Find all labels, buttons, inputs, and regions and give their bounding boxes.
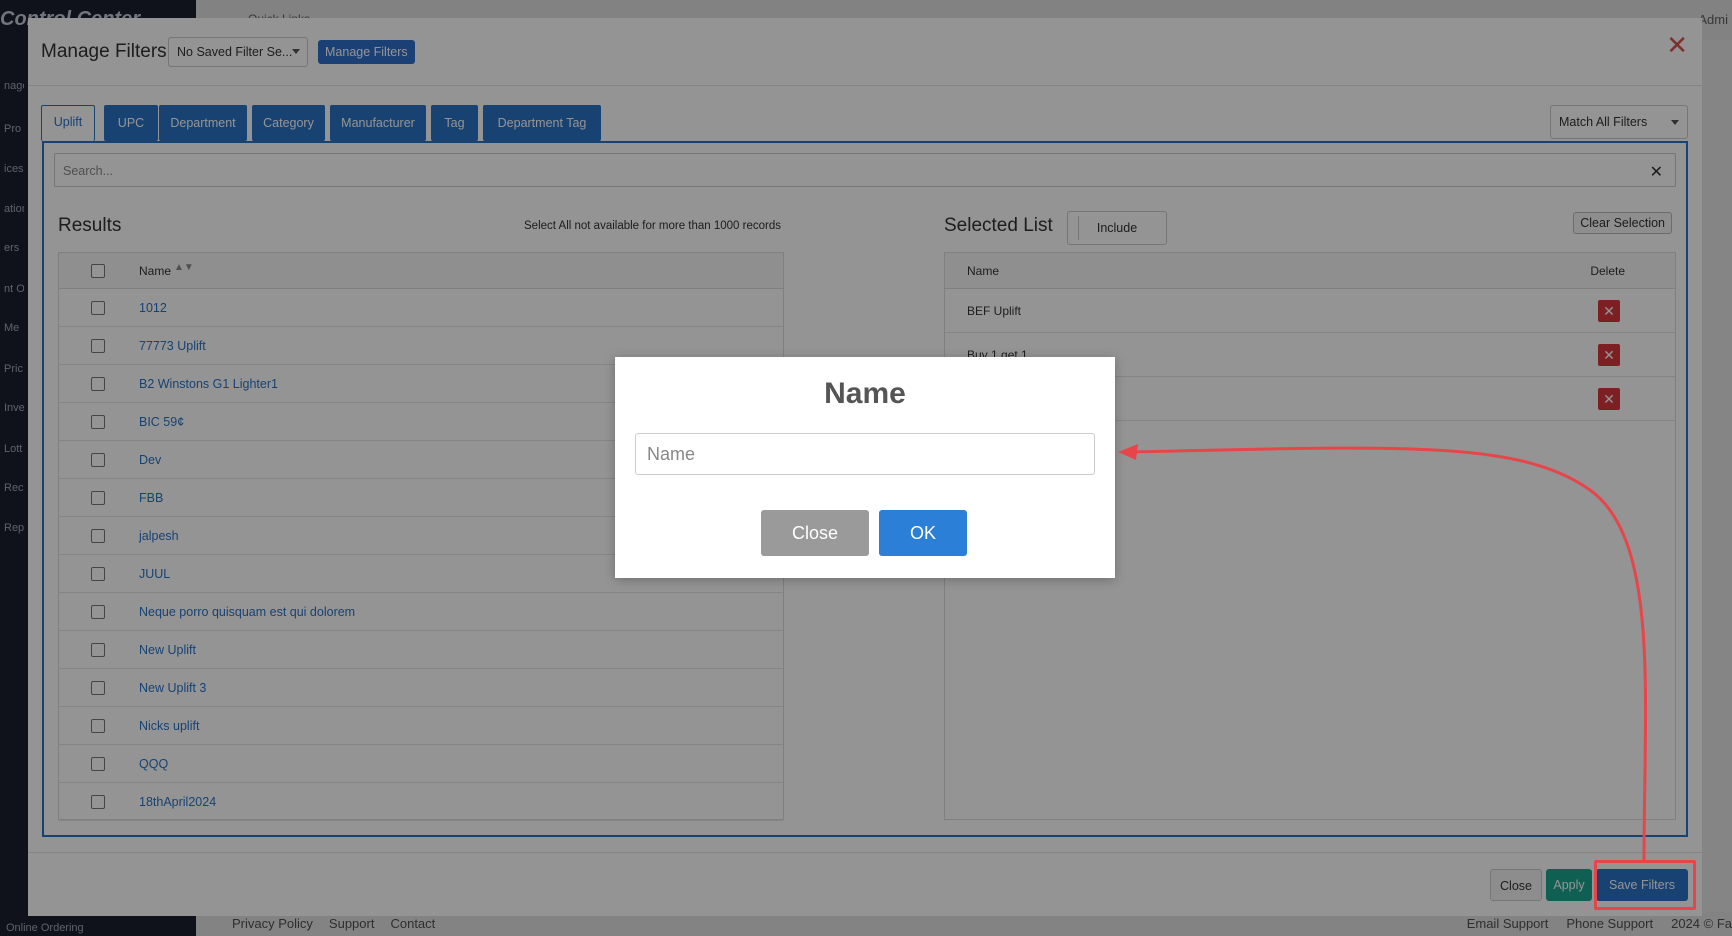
row-name-link[interactable]: FBB	[139, 491, 163, 505]
row-checkbox[interactable]	[91, 567, 105, 581]
dialog-ok-button[interactable]: OK	[879, 510, 967, 556]
tab-tag[interactable]: Tag	[431, 105, 478, 141]
delete-icon[interactable]: ✕	[1598, 344, 1620, 366]
row-checkbox[interactable]	[91, 491, 105, 505]
row-name-link[interactable]: 18thApril2024	[139, 795, 216, 809]
column-header-name: Name	[967, 264, 1000, 278]
chevron-down-icon	[1671, 120, 1679, 125]
row-checkbox[interactable]	[91, 301, 105, 315]
dialog-title: Name	[824, 377, 906, 410]
tab-department-tag[interactable]: Department Tag	[483, 105, 601, 141]
row-checkbox[interactable]	[91, 529, 105, 543]
name-input[interactable]	[635, 433, 1095, 475]
tab-department[interactable]: Department	[159, 105, 247, 141]
clear-search-icon[interactable]: ✕	[1650, 162, 1663, 182]
table-row[interactable]: Nicks uplift	[59, 707, 783, 745]
modal-title: Manage Filters	[41, 41, 167, 62]
selected-row-name: BEF Uplift	[967, 304, 1022, 318]
row-checkbox[interactable]	[91, 605, 105, 619]
row-checkbox[interactable]	[91, 339, 105, 353]
table-row[interactable]: QQQ	[59, 745, 783, 783]
manage-filters-button[interactable]: Manage Filters	[318, 40, 415, 64]
sort-icon[interactable]: ▲▼	[174, 262, 194, 273]
row-checkbox[interactable]	[91, 643, 105, 657]
table-row[interactable]: New Uplift 3	[59, 669, 783, 707]
row-name-link[interactable]: New Uplift 3	[139, 681, 206, 695]
saved-filter-select[interactable]: No Saved Filter Se...	[168, 37, 308, 67]
column-header-name[interactable]: Name	[139, 264, 171, 278]
row-checkbox[interactable]	[91, 719, 105, 733]
chevron-down-icon	[292, 49, 300, 54]
include-toggle[interactable]: Include	[1067, 211, 1167, 245]
dialog-close-button[interactable]: Close	[761, 510, 869, 556]
name-dialog: Name Close OK	[615, 357, 1115, 578]
tab-category[interactable]: Category	[252, 105, 325, 141]
row-checkbox[interactable]	[91, 453, 105, 467]
row-name-link[interactable]: 1012	[139, 301, 167, 315]
row-checkbox[interactable]	[91, 415, 105, 429]
row-checkbox[interactable]	[91, 377, 105, 391]
select-all-checkbox[interactable]	[91, 264, 105, 278]
results-title: Results	[58, 215, 122, 236]
selected-list-title: Selected List	[944, 215, 1053, 236]
save-filters-button[interactable]: Save Filters	[1596, 869, 1688, 901]
row-name-link[interactable]: BIC 59¢	[139, 415, 184, 429]
row-name-link[interactable]: 77773 Uplift	[139, 339, 206, 353]
results-note: Select All not available for more than 1…	[524, 220, 781, 232]
search-placeholder: Search...	[63, 164, 114, 178]
saved-filter-value: No Saved Filter Se...	[177, 45, 293, 59]
row-name-link[interactable]: New Uplift	[139, 643, 196, 657]
table-row[interactable]: New Uplift	[59, 631, 783, 669]
column-header-delete: Delete	[1590, 264, 1625, 278]
close-icon[interactable]: ✕	[1666, 32, 1688, 58]
tab-upc[interactable]: UPC	[104, 105, 158, 141]
match-filters-value: Match All Filters	[1559, 115, 1648, 129]
table-row[interactable]: 18thApril2024	[59, 783, 783, 821]
close-button[interactable]: Close	[1490, 869, 1542, 901]
selected-table-header: Name Delete	[945, 253, 1675, 289]
row-name-link[interactable]: JUUL	[139, 567, 170, 581]
table-row[interactable]: Neque porro quisquam est qui dolorem	[59, 593, 783, 631]
modal-footer: Close Apply Save Filters	[28, 852, 1702, 916]
search-input[interactable]: Search... ✕	[54, 153, 1676, 187]
results-table-header: Name ▲▼	[59, 253, 783, 289]
modal-header: Manage Filters No Saved Filter Se... Man…	[28, 18, 1702, 86]
delete-icon[interactable]: ✕	[1598, 300, 1620, 322]
row-name-link[interactable]: Dev	[139, 453, 161, 467]
tab-uplift[interactable]: Uplift	[41, 105, 95, 141]
table-row[interactable]: 1012	[59, 289, 783, 327]
match-filters-select[interactable]: Match All Filters	[1550, 105, 1688, 139]
row-name-link[interactable]: jalpesh	[139, 529, 179, 543]
delete-icon[interactable]: ✕	[1598, 388, 1620, 410]
tab-manufacturer[interactable]: Manufacturer	[330, 105, 426, 141]
row-checkbox[interactable]	[91, 795, 105, 809]
row-name-link[interactable]: Nicks uplift	[139, 719, 199, 733]
row-name-link[interactable]: QQQ	[139, 757, 168, 771]
row-checkbox[interactable]	[91, 681, 105, 695]
row-name-link[interactable]: B2 Winstons G1 Lighter1	[139, 377, 278, 391]
clear-selection-button[interactable]: Clear Selection	[1573, 212, 1672, 234]
selected-row: BEF Uplift ✕	[945, 289, 1675, 333]
apply-button[interactable]: Apply	[1546, 869, 1592, 901]
row-checkbox[interactable]	[91, 757, 105, 771]
row-name-link[interactable]: Neque porro quisquam est qui dolorem	[139, 605, 355, 619]
